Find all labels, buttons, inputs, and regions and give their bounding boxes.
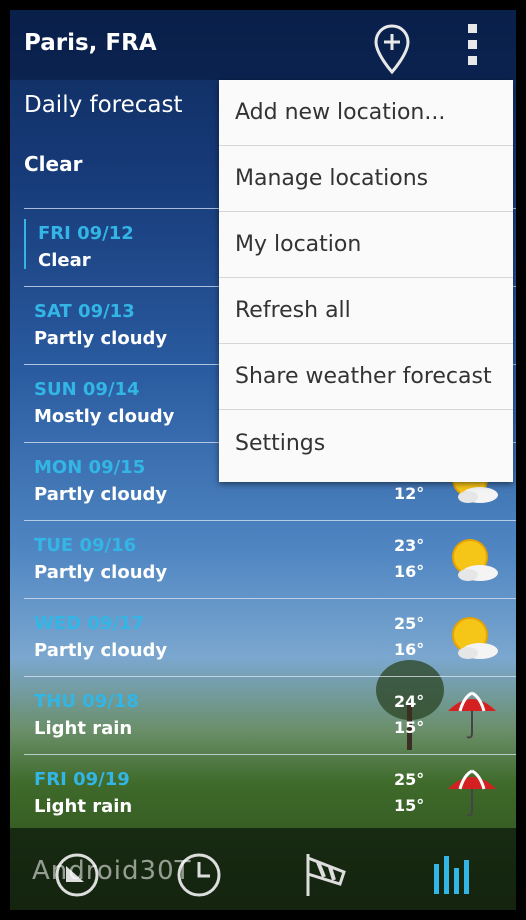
location-title[interactable]: Paris, FRA	[24, 30, 157, 56]
tab-daily[interactable]	[428, 850, 488, 900]
forecast-row[interactable]: THU 09/18 Light rain 24° 15°	[24, 676, 516, 754]
forecast-row[interactable]: TUE 09/16 Partly cloudy 23° 16°	[24, 520, 516, 598]
low-temp: 15°	[394, 796, 425, 815]
tab-wind[interactable]	[302, 850, 362, 900]
current-condition: Clear	[24, 152, 83, 176]
add-location-button[interactable]	[372, 24, 412, 76]
high-temp: 23°	[394, 536, 425, 555]
forecast-condition: Partly cloudy	[34, 640, 168, 661]
forecast-condition: Partly cloudy	[34, 484, 168, 505]
high-temp: 24°	[394, 692, 425, 711]
umbrella-rain-icon	[442, 687, 502, 745]
high-temp: 25°	[394, 770, 425, 789]
low-temp: 15°	[394, 718, 425, 737]
umbrella-rain-icon	[442, 765, 502, 823]
forecast-condition: Partly cloudy	[34, 562, 168, 583]
overflow-menu-button[interactable]	[462, 24, 486, 68]
forecast-date: WED 09/17	[34, 613, 145, 634]
forecast-date: SAT 09/13	[34, 301, 135, 322]
page-title: Daily forecast	[24, 92, 183, 118]
action-bar: Paris, FRA	[10, 10, 516, 80]
low-temp: 12°	[394, 484, 425, 503]
menu-item[interactable]: My location	[219, 212, 513, 278]
menu-item[interactable]: Refresh all	[219, 278, 513, 344]
sun-cloud-icon	[442, 531, 502, 589]
selected-indicator	[24, 219, 26, 269]
sun-cloud-icon	[442, 609, 502, 667]
overflow-menu-popup: Add new location... Manage locations My lo…	[219, 80, 513, 482]
menu-item[interactable]: Settings	[219, 410, 513, 476]
low-temp: 16°	[394, 562, 425, 581]
weather-screen: Paris, FRA Daily forecast Clear FRI 09/1…	[10, 10, 516, 910]
forecast-date: TUE 09/16	[34, 535, 137, 556]
low-temp: 16°	[394, 640, 425, 659]
forecast-date: FRI 09/19	[34, 769, 130, 790]
high-temp: 25°	[394, 614, 425, 633]
add-location-pin-icon	[374, 24, 410, 75]
menu-item[interactable]: Share weather forecast	[219, 344, 513, 410]
forecast-row[interactable]: WED 09/17 Partly cloudy 25° 16°	[24, 598, 516, 676]
forecast-date: MON 09/15	[34, 457, 146, 478]
forecast-condition: Mostly cloudy	[34, 406, 175, 427]
forecast-row[interactable]: FRI 09/19 Light rain 25° 15°	[24, 754, 516, 832]
forecast-condition: Partly cloudy	[34, 328, 168, 349]
forecast-condition: Clear	[38, 250, 91, 271]
menu-item[interactable]: Add new location...	[219, 80, 513, 146]
forecast-date: SUN 09/14	[34, 379, 140, 400]
forecast-date: FRI 09/12	[38, 223, 134, 244]
forecast-condition: Light rain	[34, 718, 133, 739]
watermark-text: Android30T	[32, 856, 192, 886]
forecast-condition: Light rain	[34, 796, 133, 817]
windsock-icon	[306, 854, 346, 896]
menu-item[interactable]: Manage locations	[219, 146, 513, 212]
forecast-date: THU 09/18	[34, 691, 139, 712]
bars-chart-icon	[434, 856, 469, 894]
